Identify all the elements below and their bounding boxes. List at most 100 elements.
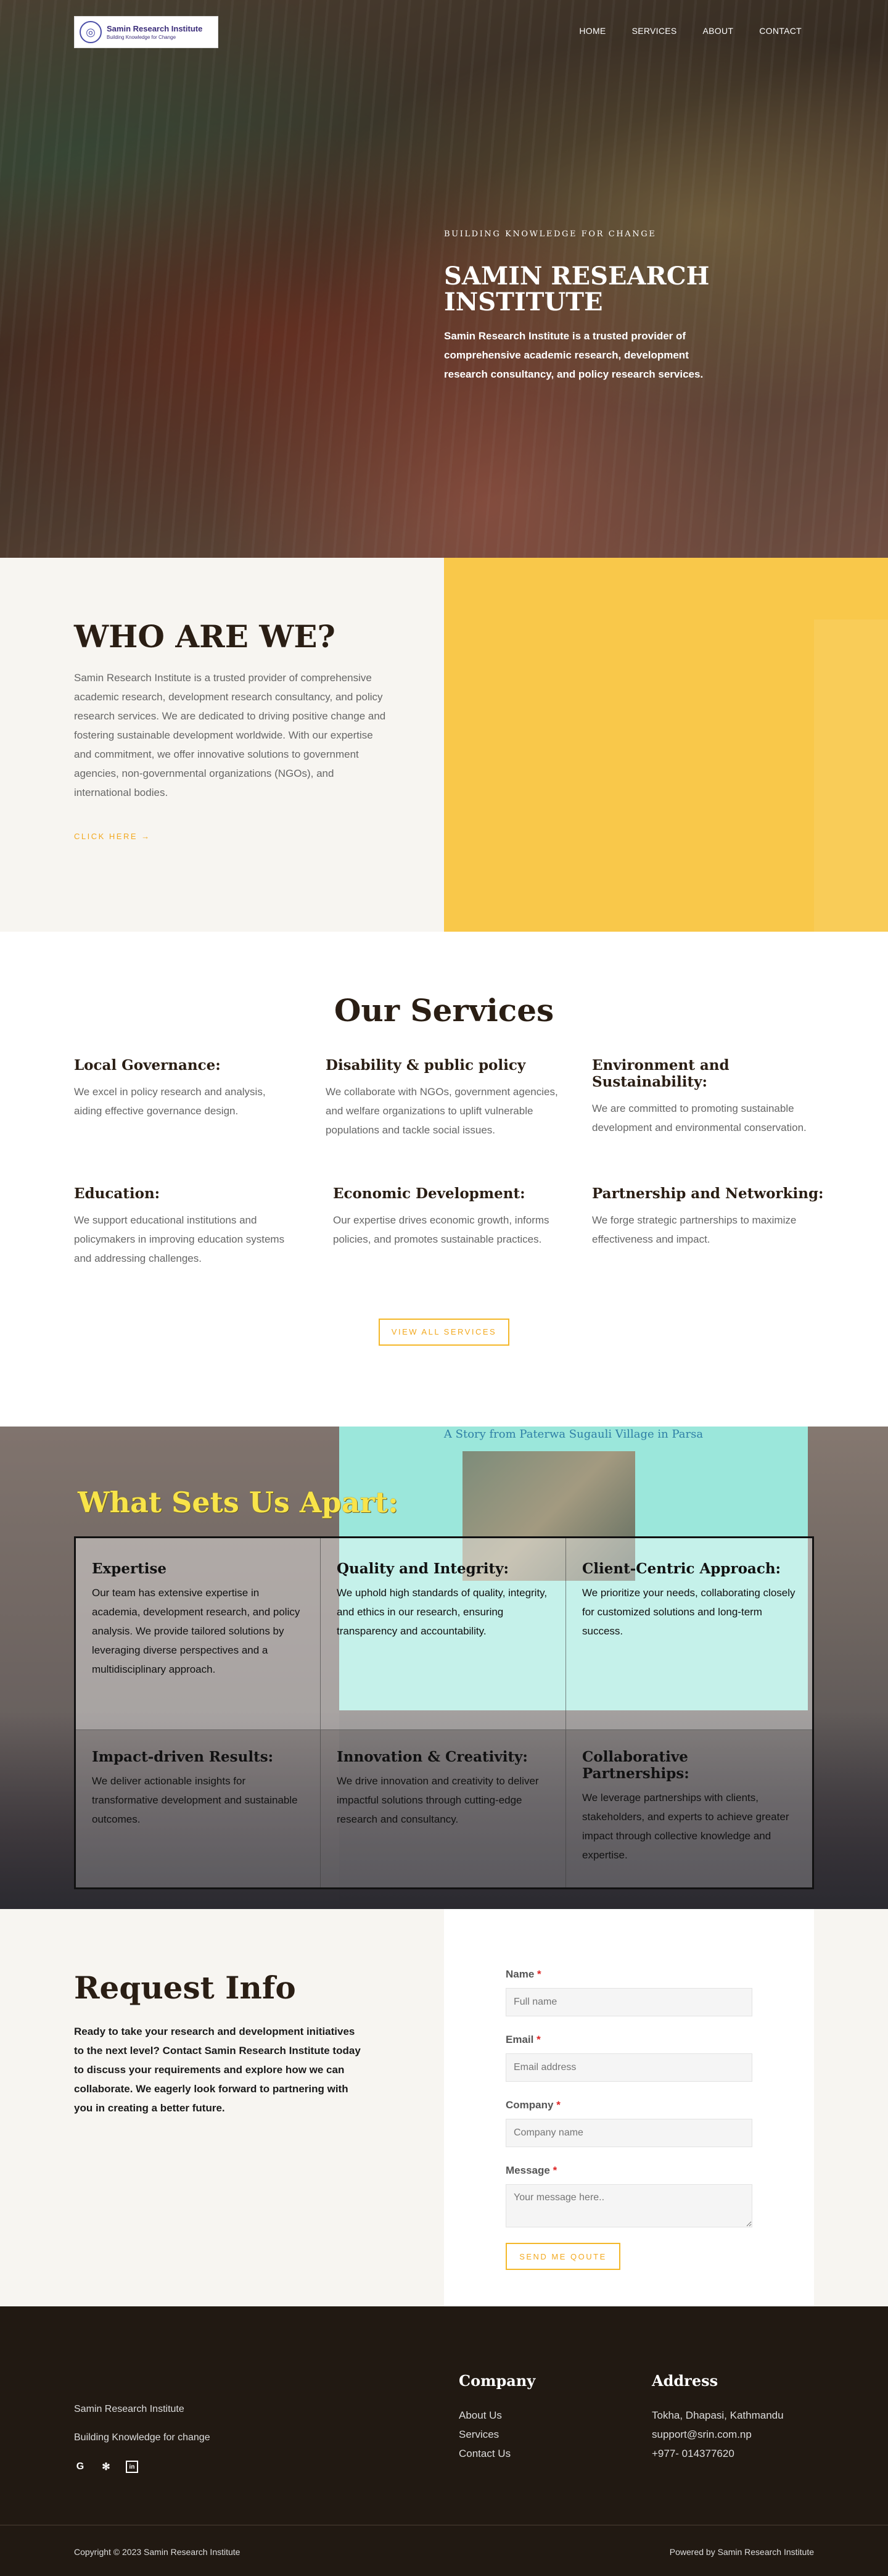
message-textarea[interactable] xyxy=(506,2184,752,2227)
who-are-we-section: WHO ARE WE? Samin Research Institute is … xyxy=(0,558,888,932)
request-info-section: Request Info Ready to take your research… xyxy=(0,1909,888,2306)
footer-address-title: Address xyxy=(652,2372,718,2390)
required-mark: * xyxy=(553,2164,557,2176)
company-input[interactable] xyxy=(506,2119,752,2147)
decorative-shape xyxy=(814,619,888,932)
service-text: We forge strategic partnerships to maxim… xyxy=(592,1214,797,1245)
apart-item-text: We prioritize your needs, collaborating … xyxy=(582,1587,796,1637)
apart-item-client-centric: Client-Centric Approach: We prioritize y… xyxy=(566,1538,812,1730)
apart-title: What Sets Us Apart: xyxy=(78,1486,398,1519)
service-title: Education: xyxy=(74,1185,160,1202)
hero-kicker: BUILDING KNOWLEDGE FOR CHANGE xyxy=(444,230,657,239)
service-text: We support educational institutions and … xyxy=(74,1214,285,1264)
service-text: We excel in policy research and analysis… xyxy=(74,1086,266,1117)
apart-item-title: Quality and Integrity: xyxy=(337,1560,509,1577)
footer-email[interactable]: support@srin.com.np xyxy=(652,2425,784,2444)
hero-title: SAMIN RESEARCH INSTITUTE xyxy=(444,263,734,315)
apart-item-text: We deliver actionable insights for trans… xyxy=(92,1775,298,1825)
who-text: Samin Research Institute is a trusted pr… xyxy=(74,672,386,798)
apart-item-text: We drive innovation and creativity to de… xyxy=(337,1775,539,1825)
hero-section: ◎ Samin Research Institute Building Know… xyxy=(0,0,888,558)
what-sets-us-apart-section: A Story from Paterwa Sugauli Village in … xyxy=(0,1427,888,1909)
powered-by-text: Powered by Samin Research Institute xyxy=(669,2547,814,2557)
who-title: WHO ARE WE? xyxy=(74,618,335,655)
apart-item-text: Our team has extensive expertise in acad… xyxy=(92,1587,300,1675)
service-text: We collaborate with NGOs, government age… xyxy=(326,1086,558,1136)
required-mark: * xyxy=(536,2034,541,2045)
footer-company-column: Company About Us Services Contact Us xyxy=(459,2372,535,2463)
request-form: Name * Email * Company * Message * SEND … xyxy=(444,1909,814,2306)
message-field-group: Message * xyxy=(506,2164,814,2230)
required-mark: * xyxy=(537,1968,541,1980)
hero-title-line1: SAMIN RESEARCH xyxy=(444,262,710,291)
apart-item-text: We leverage partnerships with clients, s… xyxy=(582,1792,789,1861)
footer-link-services[interactable]: Services xyxy=(459,2425,535,2444)
social-links: G ✻ in xyxy=(74,2461,138,2473)
company-label: Company xyxy=(506,2099,554,2111)
apart-item-innovation: Innovation & Creativity: We drive innova… xyxy=(321,1730,566,1887)
apart-item-title: Expertise xyxy=(92,1560,167,1577)
name-input[interactable] xyxy=(506,1988,752,2016)
main-nav: HOME SERVICES ABOUT CONTACT xyxy=(553,26,802,36)
service-title: Partnership and Networking: xyxy=(592,1185,824,1202)
nav-home[interactable]: HOME xyxy=(579,26,606,36)
service-text: We are committed to promoting sustainabl… xyxy=(592,1103,807,1133)
service-economic-development: Economic Development: Our expertise driv… xyxy=(333,1185,561,1249)
service-title: Local Governance: xyxy=(74,1057,221,1074)
footer-link-contact[interactable]: Contact Us xyxy=(459,2444,535,2463)
footer-brand: Samin Research Institute xyxy=(74,2404,184,2414)
request-text: Ready to take your research and developm… xyxy=(74,2026,361,2114)
service-title: Disability & public policy xyxy=(326,1057,526,1074)
send-quote-button[interactable]: SEND ME QOUTE xyxy=(506,2243,620,2270)
footer-address-column: Address Tokha, Dhapasi, Kathmandu suppor… xyxy=(652,2372,784,2463)
linkedin-icon[interactable]: in xyxy=(126,2461,138,2473)
request-title: Request Info xyxy=(74,1969,296,2006)
apart-item-text: We uphold high standards of quality, int… xyxy=(337,1587,548,1637)
who-accent-panel xyxy=(444,558,888,932)
company-field-group: Company * xyxy=(506,2099,814,2147)
name-field-group: Name * xyxy=(506,1968,814,2016)
email-input[interactable] xyxy=(506,2053,752,2082)
apart-item-expertise: Expertise Our team has extensive experti… xyxy=(76,1538,321,1730)
apart-item-title: Collaborative Partnerships: xyxy=(582,1749,689,1782)
copyright-text: Copyright © 2023 Samin Research Institut… xyxy=(74,2547,240,2557)
apart-item-collaborative: Collaborative Partnerships: We leverage … xyxy=(566,1730,812,1887)
yelp-icon[interactable]: ✻ xyxy=(100,2461,112,2473)
apart-item-title: Impact-driven Results: xyxy=(92,1749,274,1765)
footer-company-title: Company xyxy=(459,2372,536,2390)
footer-address: Tokha, Dhapasi, Kathmandu xyxy=(652,2409,784,2421)
apart-grid: Expertise Our team has extensive experti… xyxy=(74,1536,814,1889)
message-label: Message xyxy=(506,2164,550,2176)
service-education: Education: We support educational instit… xyxy=(74,1185,296,1268)
services-title: Our Services xyxy=(334,992,554,1029)
apart-item-title: Client-Centric Approach: xyxy=(582,1560,781,1577)
service-title: Economic Development: xyxy=(333,1185,525,1202)
footer-phone[interactable]: +977- 014377620 xyxy=(652,2444,784,2463)
hero-description: Samin Research Institute is a trusted pr… xyxy=(444,330,704,380)
footer-link-about[interactable]: About Us xyxy=(459,2406,535,2425)
logo-tagline: Building Knowledge for Change xyxy=(107,35,176,40)
nav-about[interactable]: ABOUT xyxy=(703,26,734,36)
footer-tagline: Building Knowledge for change xyxy=(74,2432,210,2443)
hero-content: BUILDING KNOWLEDGE FOR CHANGE SAMIN RESE… xyxy=(444,230,734,384)
email-field-group: Email * xyxy=(506,2034,814,2082)
site-logo[interactable]: ◎ Samin Research Institute Building Know… xyxy=(74,16,218,48)
service-disability-policy: Disability & public policy We collaborat… xyxy=(326,1057,566,1140)
nav-contact[interactable]: CONTACT xyxy=(759,26,802,36)
google-icon[interactable]: G xyxy=(74,2461,86,2473)
view-all-services-button[interactable]: VIEW ALL SERVICES xyxy=(379,1319,509,1346)
hero-title-line2: INSTITUTE xyxy=(444,288,603,317)
top-navigation-bar: ◎ Samin Research Institute Building Know… xyxy=(0,0,888,64)
footer: Samin Research Institute Building Knowle… xyxy=(0,2306,888,2576)
nav-services[interactable]: SERVICES xyxy=(632,26,677,36)
email-label: Email xyxy=(506,2034,534,2045)
service-text: Our expertise drives economic growth, in… xyxy=(333,1214,549,1245)
screen-caption: A Story from Paterwa Sugauli Village in … xyxy=(443,1428,704,1441)
logo-globe-icon: ◎ xyxy=(80,21,102,43)
click-here-link[interactable]: CLICK HERE → xyxy=(74,832,151,841)
service-partnership: Partnership and Networking: We forge str… xyxy=(592,1185,826,1249)
service-title: Environment and Sustainability: xyxy=(592,1057,730,1090)
required-mark: * xyxy=(556,2099,561,2111)
service-environment: Environment and Sustainability: We are c… xyxy=(592,1057,826,1137)
service-local-governance: Local Governance: We excel in policy res… xyxy=(74,1057,296,1120)
